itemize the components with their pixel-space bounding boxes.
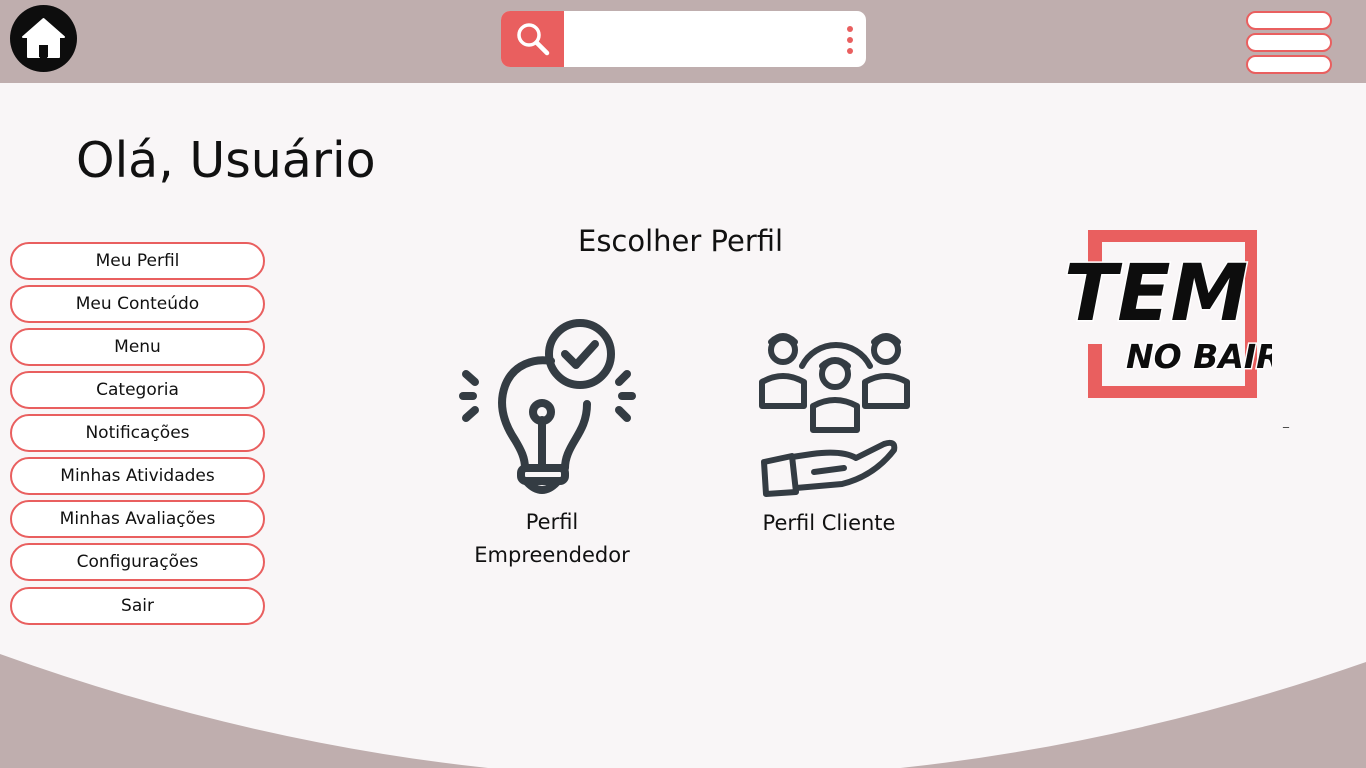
lightbulb-check-icon	[459, 319, 636, 494]
sidebar-item-categoria[interactable]: Categoria	[10, 371, 265, 409]
hamburger-bar	[1246, 11, 1332, 30]
greeting-title: Olá, Usuário	[76, 132, 376, 189]
profile-entrepreneur-card[interactable]: Perfil Empreendedor	[455, 316, 645, 576]
profile-client-card[interactable]: Perfil Cliente	[752, 326, 917, 546]
clients-hand-icon	[759, 333, 910, 497]
hamburger-menu-button[interactable]	[1246, 10, 1332, 76]
home-button[interactable]	[10, 5, 77, 72]
hamburger-bar	[1246, 33, 1332, 52]
sidebar-item-minhas-avaliacoes[interactable]: Minhas Avaliações	[10, 500, 265, 538]
tem-no-bairro-logo: TEM NO BAIRRO	[1062, 226, 1337, 402]
logo-text-tem: TEM	[1064, 249, 1248, 339]
sidebar-item-notificacoes[interactable]: Notificações	[10, 414, 265, 452]
top-bar	[0, 0, 1366, 83]
hamburger-bar	[1246, 55, 1332, 74]
small-mark: _	[1283, 414, 1289, 428]
sidebar-item-configuracoes[interactable]: Configurações	[10, 543, 265, 581]
profile-entrepreneur-label-line1: Perfil	[525, 510, 579, 534]
logo-text-no-bairro: NO BAIRRO	[1126, 337, 1272, 376]
choose-profile-title: Escolher Perfil	[578, 224, 784, 258]
more-vertical-icon[interactable]	[844, 26, 856, 54]
sidebar-item-meu-conteudo[interactable]: Meu Conteúdo	[10, 285, 265, 323]
search-button[interactable]	[501, 11, 564, 67]
sidebar-item-sair[interactable]: Sair	[10, 587, 265, 625]
search-input[interactable]	[571, 19, 831, 59]
sidebar-item-menu[interactable]: Menu	[10, 328, 265, 366]
search-bar	[501, 11, 866, 67]
home-icon	[22, 18, 65, 58]
sidebar-item-minhas-atividades[interactable]: Minhas Atividades	[10, 457, 265, 495]
bottom-wave-decoration	[0, 654, 1366, 768]
sidebar-item-meu-perfil[interactable]: Meu Perfil	[10, 242, 265, 280]
profile-entrepreneur-label-line2: Empreendedor	[474, 543, 630, 567]
profile-client-label: Perfil Cliente	[762, 511, 896, 535]
search-icon	[517, 23, 550, 56]
